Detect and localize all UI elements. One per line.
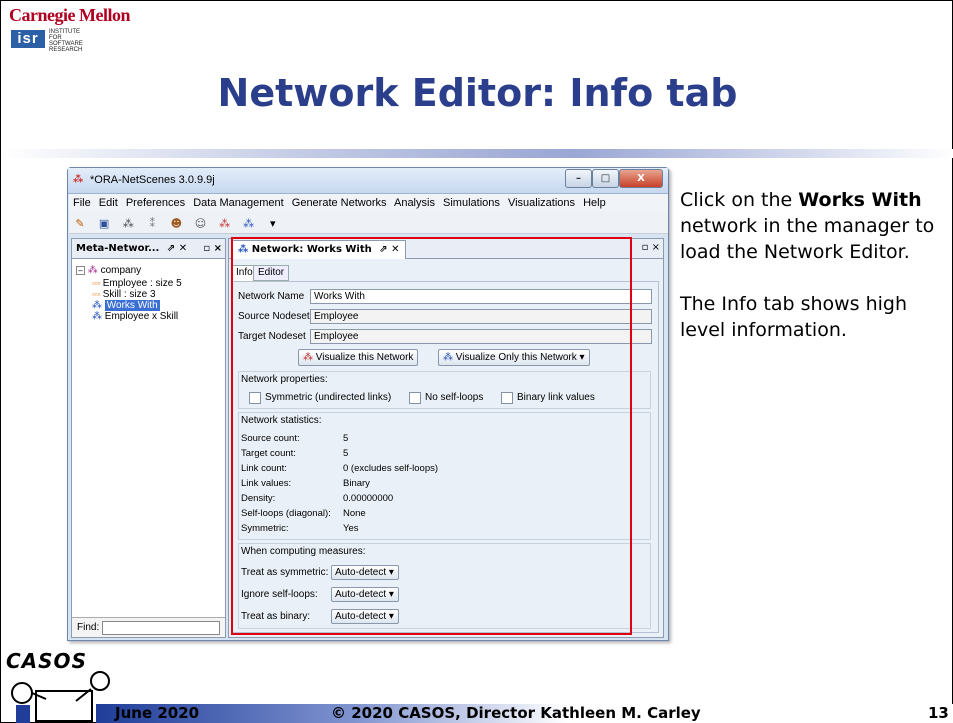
- info-paragraph: The Info tab shows high level informatio…: [680, 293, 908, 341]
- casos-mascot-icon: [11, 671, 110, 723]
- find-input[interactable]: [102, 621, 220, 635]
- menu-edit[interactable]: Edit: [99, 197, 118, 209]
- window-titlebar[interactable]: ⁂ *ORA-NetScenes 3.0.9.9j – □ X: [68, 168, 668, 194]
- toolbar: ✎ ▣ ⁂ ⁑ ☻ ☺ ⁂ ⁂ ▾: [69, 212, 668, 234]
- save-icon[interactable]: ▣: [97, 217, 111, 231]
- menu-simulations[interactable]: Simulations: [443, 197, 500, 209]
- menu-data-management[interactable]: Data Management: [193, 197, 284, 209]
- meta-tab-minmax-icon[interactable]: ▫ ×: [203, 239, 222, 259]
- find-bar: Find:: [72, 617, 225, 637]
- menu-file[interactable]: File: [73, 197, 91, 209]
- tree-root-label: company: [100, 265, 142, 276]
- casos-wordmark: CASOS: [6, 649, 87, 673]
- slide-title: Network Editor: Info tab: [217, 71, 738, 115]
- menu-analysis[interactable]: Analysis: [394, 197, 435, 209]
- menu-help[interactable]: Help: [583, 197, 606, 209]
- menu-preferences[interactable]: Preferences: [126, 197, 185, 209]
- nodeset-icon: ▫▫▫: [92, 290, 103, 299]
- app-icon: ⁂: [73, 174, 84, 185]
- network2-icon[interactable]: ⁑: [145, 217, 159, 231]
- collapse-icon[interactable]: –: [76, 266, 85, 275]
- tree-item-label: Employee : size 5: [102, 278, 182, 289]
- tree-item-label: Employee x Skill: [104, 311, 179, 322]
- network-node-icon: ⁂: [92, 311, 105, 322]
- instruction-paragraph: Click on the Works With network in the m…: [680, 189, 935, 263]
- minimize-button[interactable]: –: [565, 169, 592, 188]
- meta-tab-pin[interactable]: ⇗ ✕: [167, 243, 187, 254]
- maximize-button[interactable]: □: [592, 169, 619, 188]
- meta-tab-label: Meta-Networ...: [76, 243, 160, 254]
- menu-bar: File Edit Preferences Data Management Ge…: [69, 194, 668, 212]
- users-icon[interactable]: ☺: [193, 217, 207, 231]
- nodeset-icon: ▫▫▫: [92, 279, 103, 288]
- tab-meta-network[interactable]: Meta-Networ... ⇗ ✕ ▫ ×: [72, 239, 225, 259]
- isr-abbr: isr: [11, 30, 45, 48]
- page-number: 13: [928, 704, 949, 722]
- tree-item-selected[interactable]: ⁂ Works With: [92, 300, 160, 311]
- tree-root[interactable]: – ⁂ company: [76, 265, 141, 276]
- tree-item[interactable]: ▫▫▫ Employee : size 5: [92, 278, 182, 289]
- tree-item-label: Works With: [104, 300, 160, 311]
- side-text: Click on the Works With network in the m…: [680, 187, 950, 343]
- graph-icon[interactable]: ⁂: [218, 217, 232, 231]
- isr-text: institute for SOFTWARE RESEARCH: [49, 29, 83, 53]
- meta-network-panel: Meta-Networ... ⇗ ✕ ▫ × – ⁂ company ▫▫▫ E…: [71, 238, 226, 638]
- menu-generate-networks[interactable]: Generate Networks: [292, 197, 387, 209]
- title-divider: [1, 149, 953, 158]
- close-button[interactable]: X: [619, 169, 663, 188]
- meta-network-icon: ⁂: [87, 265, 98, 276]
- works-with-emphasis: Works With: [798, 189, 922, 211]
- find-label: Find:: [77, 622, 100, 633]
- network-node-icon: ⁂: [92, 300, 105, 311]
- window-title: *ORA-NetScenes 3.0.9.9j: [90, 174, 215, 186]
- user-icon[interactable]: ☻: [169, 217, 183, 231]
- highlight-box: [231, 237, 632, 635]
- tree-item-label: Skill : size 3: [102, 289, 156, 300]
- dropdown-icon[interactable]: ▾: [266, 217, 280, 231]
- footer-copyright: © 2020 CASOS, Director Kathleen M. Carle…: [331, 704, 701, 722]
- cmu-logo: Carnegie Mellon: [9, 5, 130, 25]
- footer-date: June 2020: [115, 704, 200, 722]
- zoom-icon[interactable]: ✎: [73, 217, 87, 231]
- graph2-icon[interactable]: ⁂: [242, 217, 256, 231]
- tree-item[interactable]: ▫▫▫ Skill : size 3: [92, 289, 156, 300]
- casos-logo: CASOS: [6, 649, 116, 723]
- editor-minmax-icon[interactable]: ▫ ×: [642, 242, 660, 253]
- menu-visualizations[interactable]: Visualizations: [508, 197, 575, 209]
- isr-logo: isr institute for SOFTWARE RESEARCH: [11, 28, 91, 53]
- network-icon[interactable]: ⁂: [121, 217, 135, 231]
- tree-item[interactable]: ⁂ Employee x Skill: [92, 311, 178, 322]
